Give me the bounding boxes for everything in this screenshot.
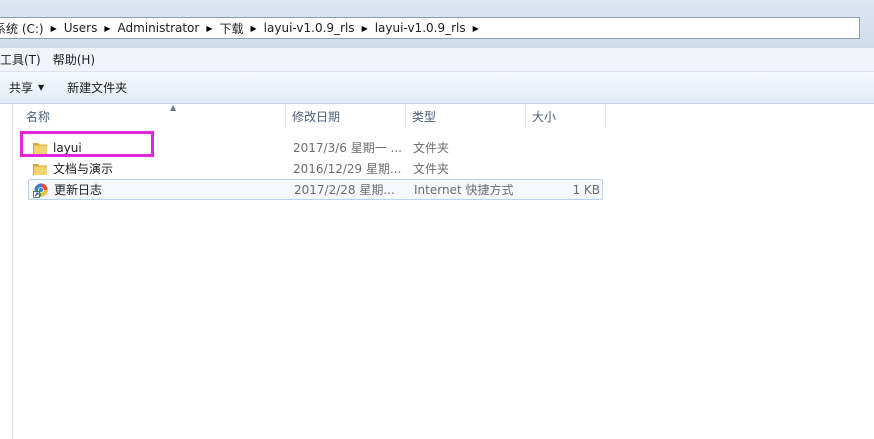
new-folder-button[interactable]: 新建文件夹 xyxy=(58,79,141,96)
column-header-size-label: 大小 xyxy=(532,109,557,124)
breadcrumb-administrator[interactable]: Administrator xyxy=(114,21,204,35)
file-name-cell: 文档与演示 xyxy=(32,158,113,179)
navigation-pane[interactable] xyxy=(0,104,13,439)
column-header-type[interactable]: 类型 xyxy=(406,104,526,128)
folder-icon xyxy=(33,163,47,175)
file-name-cell: 更新日志 xyxy=(33,180,102,199)
internet-shortcut-icon xyxy=(33,183,48,198)
breadcrumb-users[interactable]: Users xyxy=(60,21,102,35)
breadcrumb-drive[interactable]: 系统 (C:) xyxy=(0,20,48,37)
highlight-box xyxy=(20,131,154,157)
file-type: Internet 快捷方式 xyxy=(414,183,514,197)
column-header-name[interactable]: 名称 ▲ xyxy=(20,103,286,128)
file-size: 1 KB xyxy=(572,182,600,197)
breadcrumb-layui-outer[interactable]: layui-v1.0.9_rls xyxy=(260,21,359,35)
share-button[interactable]: 共享 ▼ xyxy=(0,79,58,96)
menu-tools[interactable]: 工具(T) xyxy=(0,51,47,68)
dropdown-arrow-icon: ▼ xyxy=(38,83,45,92)
file-date: 2016/12/29 星期... xyxy=(293,162,402,176)
column-header-date-label: 修改日期 xyxy=(292,109,341,124)
file-row-docs[interactable]: 文档与演示 2016/12/29 星期... 文件夹 xyxy=(28,158,603,179)
address-bar[interactable]: 系统 (C:) ▶ Users ▶ Administrator ▶ 下载 ▶ l… xyxy=(0,17,860,39)
file-size xyxy=(533,137,599,158)
share-label: 共享 xyxy=(9,81,34,95)
file-type: 文件夹 xyxy=(413,162,450,176)
file-date: 2017/3/6 星期一 ... xyxy=(293,141,402,155)
breadcrumb-separator-icon[interactable]: ▶ xyxy=(101,24,113,33)
file-name: 更新日志 xyxy=(54,183,103,197)
column-header-date[interactable]: 修改日期 xyxy=(286,104,406,128)
menu-bar: 工具(T) 帮助(H) xyxy=(0,48,874,72)
file-name: 文档与演示 xyxy=(53,162,114,176)
file-type: 文件夹 xyxy=(413,141,450,155)
column-headers: 名称 ▲ 修改日期 类型 大小 xyxy=(20,103,606,128)
column-header-type-label: 类型 xyxy=(412,109,437,124)
breadcrumb-separator-icon[interactable]: ▶ xyxy=(248,24,260,33)
breadcrumb-separator-icon[interactable]: ▶ xyxy=(203,24,215,33)
breadcrumb-layui-inner[interactable]: layui-v1.0.9_rls xyxy=(371,21,470,35)
title-band: 系统 (C:) ▶ Users ▶ Administrator ▶ 下载 ▶ l… xyxy=(0,0,874,48)
file-row-changelog[interactable]: 更新日志 2017/2/28 星期... Internet 快捷方式 1 KB xyxy=(28,179,603,200)
menu-help[interactable]: 帮助(H) xyxy=(47,51,101,68)
sort-ascending-icon: ▲ xyxy=(170,103,177,112)
command-bar: 共享 ▼ 新建文件夹 xyxy=(0,72,874,104)
breadcrumb-separator-icon[interactable]: ▶ xyxy=(48,24,60,33)
column-header-name-label: 名称 xyxy=(26,109,51,124)
breadcrumb-separator-icon[interactable]: ▶ xyxy=(359,24,371,33)
breadcrumb-downloads[interactable]: 下载 xyxy=(216,20,248,37)
file-date: 2017/2/28 星期... xyxy=(294,183,395,197)
file-size xyxy=(533,158,599,179)
breadcrumb-separator-icon[interactable]: ▶ xyxy=(470,24,482,33)
column-header-size[interactable]: 大小 xyxy=(526,104,606,128)
